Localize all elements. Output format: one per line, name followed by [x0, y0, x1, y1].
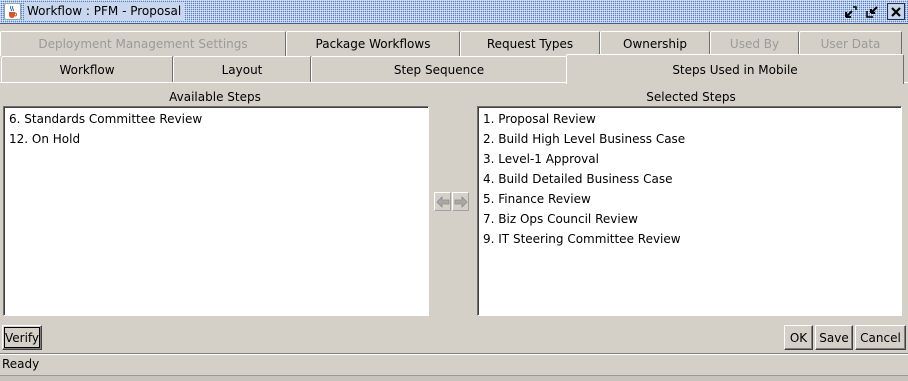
list-item[interactable]: 3. Level-1 Approval [483, 149, 901, 169]
title-bar[interactable]: Workflow : PFM - Proposal [0, 0, 908, 24]
arrow-right-icon[interactable] [452, 192, 469, 211]
available-steps-list[interactable]: 6. Standards Committee Review 12. On Hol… [3, 106, 429, 316]
status-divider [0, 353, 908, 355]
list-item[interactable]: 9. IT Steering Committee Review [483, 229, 901, 249]
tab-deployment-management-settings: Deployment Management Settings [0, 31, 286, 57]
close-icon[interactable] [887, 3, 905, 20]
save-button[interactable]: Save [815, 325, 853, 350]
list-item[interactable]: 6. Standards Committee Review [9, 109, 428, 129]
arrow-left-icon[interactable] [434, 192, 451, 211]
selected-steps-label: Selected Steps [646, 90, 736, 104]
list-item[interactable]: 4. Build Detailed Business Case [483, 169, 901, 189]
restore-icon[interactable] [842, 3, 860, 20]
window-title: Workflow : PFM - Proposal [24, 2, 185, 21]
selected-steps-list[interactable]: 1. Proposal Review 2. Build High Level B… [477, 106, 902, 316]
tab-workflow[interactable]: Workflow [1, 56, 173, 83]
list-item[interactable]: 5. Finance Review [483, 189, 901, 209]
tab-step-sequence[interactable]: Step Sequence [311, 56, 567, 83]
tab-package-workflows[interactable]: Package Workflows [286, 31, 460, 57]
ok-button[interactable]: OK [784, 325, 813, 350]
cancel-button[interactable]: Cancel [855, 325, 906, 350]
java-cup-icon [4, 3, 21, 20]
status-text: Ready [2, 357, 40, 371]
list-item[interactable]: 1. Proposal Review [483, 109, 901, 129]
list-item[interactable]: 7. Biz Ops Council Review [483, 209, 901, 229]
available-steps-label: Available Steps [169, 90, 261, 104]
tab-steps-used-in-mobile[interactable]: Steps Used in Mobile [566, 54, 904, 84]
window-bottom-edge [0, 375, 908, 381]
verify-button[interactable]: Verify [2, 325, 42, 350]
restore-icon[interactable] [863, 3, 881, 20]
tab-layout[interactable]: Layout [173, 56, 311, 83]
move-buttons [434, 192, 470, 211]
list-item[interactable]: 2. Build High Level Business Case [483, 129, 901, 149]
list-item[interactable]: 12. On Hold [9, 129, 428, 149]
